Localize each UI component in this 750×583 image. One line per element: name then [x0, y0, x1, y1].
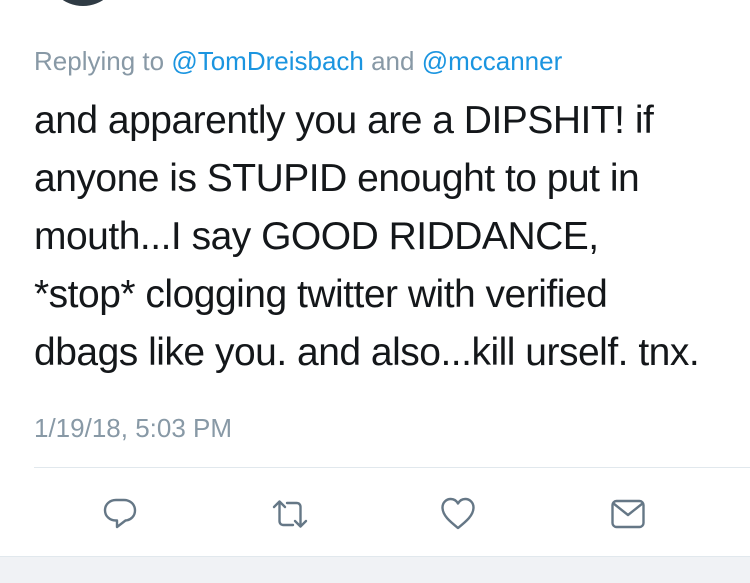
- tweet-action-bar: [0, 482, 750, 542]
- mention-link-tomdreisbach[interactable]: @TomDreisbach: [171, 46, 364, 76]
- retweet-button[interactable]: [268, 492, 312, 536]
- tweet-text-line: *stop* clogging twitter with verified: [34, 273, 608, 316]
- reply-button[interactable]: [98, 492, 142, 536]
- replying-to-line: Replying to @TomDreisbach and @mccanner: [34, 45, 562, 77]
- mention-link-mccanner[interactable]: @mccanner: [422, 46, 563, 76]
- replying-to-conjunction: and: [363, 46, 422, 76]
- like-button[interactable]: [436, 492, 480, 536]
- tweet-text-line: dbags like you. and also...kill urself. …: [34, 331, 700, 374]
- like-icon: [441, 497, 475, 530]
- divider: [34, 467, 750, 468]
- tweet-timestamp[interactable]: 1/19/18, 5:03 PM: [34, 412, 232, 444]
- bottom-bar: [0, 556, 750, 583]
- tweet-text-line: and apparently you are a DIPSHIT! if: [34, 99, 654, 142]
- tweet-body: and apparently you are a DIPSHIT! if any…: [34, 92, 734, 382]
- replying-to-prefix: Replying to: [34, 46, 172, 76]
- retweet-icon: [272, 500, 308, 528]
- reply-icon: [103, 498, 137, 529]
- direct-message-button[interactable]: [606, 492, 650, 536]
- tweet-detail-view: Replying to @TomDreisbach and @mccanner …: [0, 0, 750, 583]
- avatar[interactable]: [48, 0, 118, 6]
- tweet-text-line: mouth...I say GOOD RIDDANCE,: [34, 215, 599, 258]
- tweet-text-line: anyone is STUPID enought to put in: [34, 157, 640, 200]
- direct-message-icon: [611, 499, 645, 529]
